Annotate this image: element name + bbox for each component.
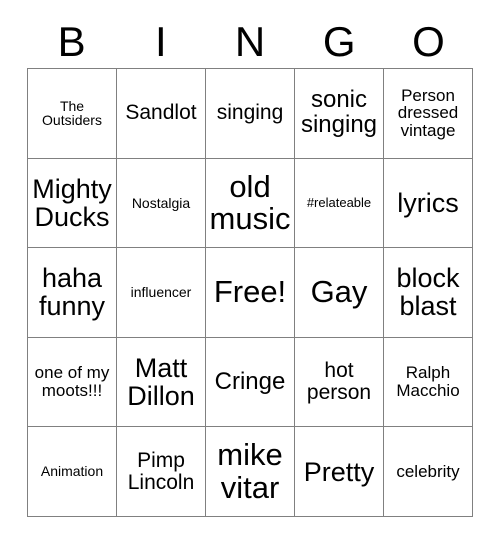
bingo-header-letter-n: N: [234, 18, 266, 65]
bingo-header-letter-g: G: [322, 18, 356, 65]
bingo-cell-b4[interactable]: one of my moots!!!: [28, 337, 117, 428]
bingo-cell-g3[interactable]: Gay: [295, 248, 384, 338]
bingo-card: B I N G O The Outsiders Sandlot singing …: [0, 0, 500, 544]
bingo-cell-i3[interactable]: influencer: [117, 248, 206, 338]
bingo-grid: The Outsiders Sandlot singing sonic sing…: [27, 68, 473, 517]
bingo-cell-text: hot person: [306, 359, 372, 405]
bingo-cell-text: #relateable: [306, 195, 372, 211]
bingo-cell-o2[interactable]: lyrics: [384, 158, 473, 249]
bingo-cell-g4[interactable]: hot person: [295, 337, 384, 428]
bingo-cell-b3[interactable]: haha funny: [28, 248, 117, 338]
bingo-cell-text: Gay: [310, 274, 368, 310]
bingo-cell-text: haha funny: [38, 263, 106, 322]
bingo-cell-b2[interactable]: Mighty Ducks: [28, 158, 117, 249]
bingo-cell-n5[interactable]: mike vitar: [206, 427, 295, 517]
bingo-cell-text: block blast: [396, 263, 460, 322]
bingo-cell-text: Pimp Lincoln: [127, 448, 195, 494]
bingo-header-row: B I N G O: [27, 16, 473, 68]
bingo-cell-text: celebrity: [396, 461, 460, 481]
bingo-header-letter-o: O: [412, 18, 445, 65]
bingo-cell-i4[interactable]: Matt Dillon: [117, 337, 206, 428]
bingo-cell-i2[interactable]: Nostalgia: [117, 158, 206, 249]
bingo-cell-n4[interactable]: Cringe: [206, 337, 295, 428]
bingo-cell-text: Sandlot: [125, 101, 197, 125]
bingo-cell-text: old music: [209, 168, 291, 236]
bingo-cell-text: Nostalgia: [131, 194, 191, 211]
bingo-cell-o1[interactable]: Person dressed vintage: [384, 69, 473, 159]
bingo-cell-i5[interactable]: Pimp Lincoln: [117, 427, 206, 517]
bingo-cell-o3[interactable]: block blast: [384, 248, 473, 338]
bingo-cell-b1[interactable]: The Outsiders: [28, 69, 117, 159]
bingo-cell-text: one of my moots!!!: [34, 363, 110, 401]
bingo-cell-text: The Outsiders: [42, 97, 102, 129]
bingo-cell-text: Animation: [40, 463, 104, 480]
bingo-cell-free-space[interactable]: Free!: [206, 248, 295, 338]
bingo-cell-text: singing: [216, 101, 284, 125]
bingo-cell-g2[interactable]: #relateable: [295, 158, 384, 249]
bingo-cell-i1[interactable]: Sandlot: [117, 69, 206, 159]
bingo-cell-text: mike vitar: [217, 437, 283, 505]
bingo-cell-text: Mighty Ducks: [32, 173, 112, 232]
bingo-cell-b5[interactable]: Animation: [28, 427, 117, 517]
bingo-cell-n2[interactable]: old music: [206, 158, 295, 249]
bingo-cell-text: Ralph Macchio: [396, 363, 460, 401]
bingo-cell-text: Matt Dillon: [127, 353, 195, 412]
bingo-cell-text: influencer: [130, 284, 192, 301]
bingo-cell-g1[interactable]: sonic singing: [295, 69, 384, 159]
bingo-cell-o4[interactable]: Ralph Macchio: [384, 337, 473, 428]
bingo-cell-text: Pretty: [303, 456, 375, 487]
bingo-cell-o5[interactable]: celebrity: [384, 427, 473, 517]
bingo-cell-text: sonic singing: [300, 86, 378, 139]
bingo-free-space-label: Free!: [213, 274, 287, 310]
bingo-header-letter-b: B: [57, 18, 86, 65]
bingo-cell-text: Cringe: [214, 367, 286, 395]
bingo-cell-n1[interactable]: singing: [206, 69, 295, 159]
bingo-cell-g5[interactable]: Pretty: [295, 427, 384, 517]
bingo-cell-text: Person dressed vintage: [397, 85, 459, 141]
bingo-header-letter-i: I: [154, 18, 167, 65]
bingo-cell-text: lyrics: [397, 187, 459, 218]
